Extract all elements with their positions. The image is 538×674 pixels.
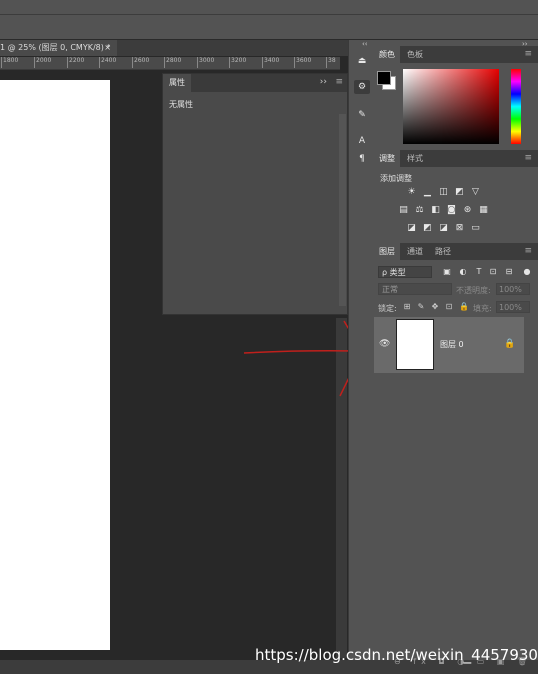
pixel-filter-icon[interactable]: ▣ bbox=[442, 267, 452, 277]
layer-name[interactable]: 图层 0 bbox=[440, 339, 464, 350]
fill-input[interactable]: 100% bbox=[496, 301, 530, 313]
watermark-text: https://blog.csdn.net/weixin_44579300 bbox=[255, 646, 538, 664]
brightness-icon[interactable]: ☀ bbox=[406, 188, 417, 197]
no-properties-text: 无属性 bbox=[169, 100, 193, 109]
hue-slider[interactable] bbox=[511, 69, 521, 144]
panel-menu-icon[interactable]: ≡ bbox=[335, 77, 343, 87]
selective-color-icon[interactable]: ⊠ bbox=[454, 224, 465, 233]
ruler-tick: 2400 bbox=[98, 57, 117, 68]
gradient-map-icon[interactable]: ▭ bbox=[470, 224, 481, 233]
options-bar bbox=[0, 15, 538, 40]
collapse-icon[interactable]: ›› bbox=[522, 40, 528, 48]
levels-icon[interactable]: ▁ bbox=[422, 188, 433, 197]
ruler-tick: 2200 bbox=[66, 57, 85, 68]
lock-all-icon[interactable]: 🔒 bbox=[459, 302, 469, 312]
tab-styles[interactable]: 样式 bbox=[402, 150, 428, 167]
shape-filter-icon[interactable]: ⊡ bbox=[488, 267, 498, 277]
tab-swatches[interactable]: 色板 bbox=[402, 46, 428, 63]
layer-row[interactable]: 👁 图层 0 🔒 bbox=[374, 317, 524, 373]
filter-toggle-icon[interactable]: ● bbox=[522, 267, 532, 277]
ruler-tick: 2800 bbox=[163, 57, 182, 68]
lock-icon: 🔒 bbox=[504, 339, 516, 349]
ruler-tick: 3400 bbox=[261, 57, 280, 68]
vibrance-icon[interactable]: ▽ bbox=[470, 188, 481, 197]
properties-scrollbar[interactable] bbox=[339, 114, 346, 306]
posterize-icon[interactable]: ◩ bbox=[422, 224, 433, 233]
invert-icon[interactable]: ◪ bbox=[406, 224, 417, 233]
character-icon[interactable]: A bbox=[354, 134, 370, 148]
properties-toggle-icon[interactable]: ⚙ bbox=[354, 80, 370, 94]
lock-transparent-icon[interactable]: ⊞ bbox=[402, 302, 412, 312]
collapse-icon[interactable]: ‹‹ bbox=[362, 40, 368, 48]
lock-artboard-icon[interactable]: ⊡ bbox=[444, 302, 454, 312]
curves-icon[interactable]: ◫ bbox=[438, 188, 449, 197]
lock-position-icon[interactable]: ✥ bbox=[430, 302, 440, 312]
ruler-tick: 2600 bbox=[131, 57, 150, 68]
document-canvas[interactable] bbox=[0, 80, 110, 650]
layer-kind-filter[interactable]: ρ 类型 bbox=[378, 266, 432, 278]
color-field[interactable] bbox=[403, 69, 499, 144]
brush-icon[interactable]: ✎ bbox=[354, 108, 370, 122]
blend-mode-select[interactable]: 正常 bbox=[378, 283, 452, 295]
tab-layers[interactable]: 图层 bbox=[374, 243, 400, 260]
tab-properties[interactable]: 属性 bbox=[163, 74, 191, 92]
threshold-icon[interactable]: ◪ bbox=[438, 224, 449, 233]
fill-label: 填充: bbox=[473, 304, 492, 313]
ruler-tick: 38 bbox=[326, 57, 336, 68]
add-adjustment-label: 添加调整 bbox=[380, 174, 412, 183]
panel-menu-icon[interactable]: ≡ bbox=[524, 49, 532, 59]
history-icon[interactable]: ⏏ bbox=[354, 54, 370, 68]
expand-icon[interactable]: ›› bbox=[320, 77, 327, 87]
exposure-icon[interactable]: ◩ bbox=[454, 188, 465, 197]
ruler-tick: 3200 bbox=[228, 57, 247, 68]
properties-panel-header: 属性 ›› ≡ bbox=[163, 74, 347, 92]
type-filter-icon[interactable]: T bbox=[474, 267, 484, 277]
close-icon[interactable]: × bbox=[104, 40, 111, 56]
panel-menu-icon[interactable]: ≡ bbox=[524, 153, 532, 163]
adjustment-filter-icon[interactable]: ◐ bbox=[458, 267, 468, 277]
tab-adjustments[interactable]: 调整 bbox=[374, 150, 400, 167]
color-lookup-icon[interactable]: ▦ bbox=[478, 206, 489, 215]
ruler-tick: 3600 bbox=[293, 57, 312, 68]
smart-object-filter-icon[interactable]: ⊟ bbox=[504, 267, 514, 277]
lock-image-icon[interactable]: ✎ bbox=[416, 302, 426, 312]
eye-icon[interactable]: 👁 bbox=[379, 339, 390, 349]
ruler-tick: 2000 bbox=[33, 57, 52, 68]
color-panel-header: 颜色 色板 ≡ bbox=[374, 46, 538, 63]
color-balance-icon[interactable]: ⚖ bbox=[414, 206, 425, 215]
tab-channels[interactable]: 通道 bbox=[402, 243, 428, 260]
layers-panel-header: 图层 通道 路径 ≡ bbox=[374, 243, 538, 260]
channel-mixer-icon[interactable]: ⊛ bbox=[462, 206, 473, 215]
foreground-color-swatch[interactable] bbox=[377, 71, 391, 85]
document-tab-title: 1 @ 25% (图层 0, CMYK/8) * bbox=[0, 43, 111, 52]
document-tab[interactable]: 1 @ 25% (图层 0, CMYK/8) * × bbox=[0, 40, 117, 56]
paragraph-icon[interactable]: ¶ bbox=[354, 152, 370, 166]
opacity-input[interactable]: 100% bbox=[496, 283, 530, 295]
lock-label: 锁定: bbox=[378, 304, 397, 313]
ruler-tick: 3000 bbox=[196, 57, 215, 68]
adjustments-panel-header: 调整 样式 ≡ bbox=[374, 150, 538, 167]
properties-panel: 属性 ›› ≡ 无属性 bbox=[162, 73, 348, 315]
tab-color[interactable]: 颜色 bbox=[374, 46, 400, 63]
panel-menu-icon[interactable]: ≡ bbox=[524, 246, 532, 256]
black-white-icon[interactable]: ◧ bbox=[430, 206, 441, 215]
right-panel-dock: 颜色 色板 ≡ 调整 样式 ≡ 添加调整 ☀ ▁ ◫ ◩ ▽ ▤ ⚖ ◧ ◙ ⊛… bbox=[374, 40, 538, 666]
ruler-tick: 1800 bbox=[0, 57, 19, 68]
horizontal-ruler: 1800 2000 2200 2400 2600 2800 3000 3200 … bbox=[0, 57, 340, 70]
hue-saturation-icon[interactable]: ▤ bbox=[398, 206, 409, 215]
panel-tool-strip: ⏏ ⚙ ✎ A ¶ bbox=[348, 40, 374, 660]
opacity-label: 不透明度: bbox=[456, 286, 491, 295]
menu-bar bbox=[0, 0, 538, 15]
tab-paths[interactable]: 路径 bbox=[430, 243, 456, 260]
photo-filter-icon[interactable]: ◙ bbox=[446, 206, 457, 215]
layer-thumbnail[interactable] bbox=[396, 319, 434, 370]
